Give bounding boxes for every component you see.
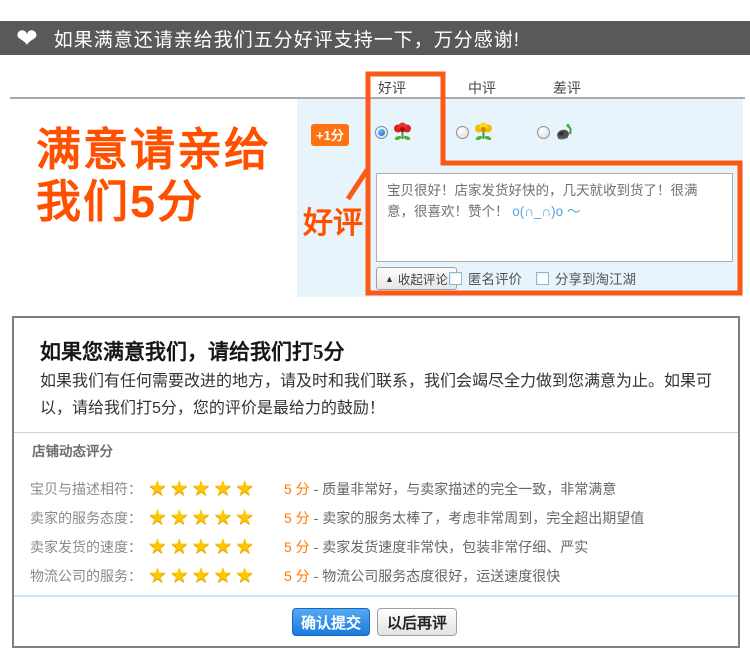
radio-good-rating[interactable]	[375, 125, 388, 139]
rating-row-logistics: 物流公司的服务： ★★★★★ 5 分 - 物流公司服务态度很好，运送速度很快	[14, 561, 738, 590]
page: ❤ 如果满意还请亲给我们五分好评支持一下，万分感谢! 好评 中评 差评 满意请亲…	[0, 0, 750, 657]
rating-label: 卖家的服务态度：	[30, 509, 142, 526]
star-rating[interactable]: ★★★★★	[148, 507, 270, 528]
submit-button[interactable]: 确认提交	[292, 608, 370, 636]
feedback-card: 如果您满意我们，请给我们打5分 如果我们有任何需要改进的地方，请及时和我们联系，…	[12, 316, 740, 648]
share-option[interactable]: 分享到淘江湖	[536, 268, 636, 288]
tab-good-rating[interactable]: 好评	[378, 78, 406, 98]
anonymous-label: 匿名评价	[468, 272, 522, 287]
rating-score: 5 分	[284, 480, 310, 497]
wilted-flower-icon	[557, 123, 572, 140]
rating-row-service: 卖家的服务态度： ★★★★★ 5 分 - 卖家的服务太棒了，考虑非常周到，完全超…	[14, 503, 738, 532]
rate-later-button[interactable]: 以后再评	[377, 608, 457, 636]
review-textarea[interactable]: 宝贝很好！店家发货好快的，几天就收到货了！很满意，很喜欢！赞个！ o(∩_∩)o…	[376, 173, 733, 262]
card-body-text: 如果我们有任何需要改进的地方，请及时和我们联系，我们会竭尽全力做到您满意为止。如…	[40, 373, 713, 418]
section-title: 店铺动态评分	[32, 444, 113, 459]
thanks-banner-text: 如果满意还请亲给我们五分好评支持一下，万分感谢!	[53, 29, 521, 51]
rating-score: 5 分	[284, 538, 310, 555]
thanks-banner: ❤ 如果满意还请亲给我们五分好评支持一下，万分感谢!	[0, 21, 750, 55]
collapse-comment-label: 收起评论	[397, 273, 448, 287]
promo-headline: 满意请亲给 我们5分	[36, 124, 272, 227]
rating-row-shipping: 卖家发货的速度： ★★★★★ 5 分 - 卖家发货速度非常快，包装非常仔细、严实	[14, 532, 738, 561]
rating-rows: 宝贝与描述相符： ★★★★★ 5 分 - 质量非常好，与卖家描述的完全一致，非常…	[14, 474, 738, 590]
red-flower-icon	[394, 122, 411, 141]
rating-desc: - 卖家的服务太棒了，考虑非常周到，完全超出期望值	[313, 509, 645, 526]
good-rating-callout: 好评	[303, 207, 363, 240]
yellow-flower-icon	[475, 122, 492, 141]
rating-label: 宝贝与描述相符：	[30, 480, 142, 497]
section-divider	[14, 432, 738, 433]
heart-icon: ❤	[16, 23, 38, 53]
star-rating[interactable]: ★★★★★	[148, 536, 270, 557]
rating-desc: - 卖家发货速度非常快，包装非常仔细、严实	[313, 538, 589, 555]
tab-bad-rating[interactable]: 差评	[553, 78, 581, 98]
rating-label: 卖家发货的速度：	[30, 538, 142, 555]
tab-medium-rating[interactable]: 中评	[468, 78, 496, 98]
rating-label: 物流公司的服务：	[30, 567, 142, 584]
footer-divider	[14, 595, 738, 597]
card-title: 如果您满意我们，请给我们打5分	[40, 340, 345, 364]
rating-desc: - 质量非常好，与卖家描述的完全一致，非常满意	[313, 480, 617, 497]
triangle-up-icon: ▲	[385, 273, 394, 284]
option-medium-rating[interactable]	[456, 122, 493, 142]
star-rating[interactable]: ★★★★★	[148, 478, 270, 499]
anonymous-review-option[interactable]: 匿名评价	[449, 268, 522, 288]
share-checkbox[interactable]	[536, 271, 549, 285]
share-label: 分享到淘江湖	[555, 272, 636, 287]
rating-score: 5 分	[284, 509, 310, 526]
rating-desc: - 物流公司服务态度很好，运送速度很快	[313, 567, 561, 584]
option-bad-rating[interactable]	[537, 122, 575, 142]
radio-bad-rating[interactable]	[537, 125, 550, 139]
radio-medium-rating[interactable]	[456, 125, 469, 139]
rating-score: 5 分	[284, 567, 310, 584]
plus-one-point-badge: +1分	[311, 124, 349, 146]
option-good-rating[interactable]	[375, 122, 412, 142]
rating-row-item-match: 宝贝与描述相符： ★★★★★ 5 分 - 质量非常好，与卖家描述的完全一致，非常…	[14, 474, 738, 503]
review-emoticon: o(∩_∩)o ～	[512, 203, 581, 219]
anonymous-checkbox[interactable]	[449, 271, 462, 285]
star-rating[interactable]: ★★★★★	[148, 565, 270, 586]
collapse-comment-button[interactable]: ▲ 收起评论	[376, 267, 457, 290]
